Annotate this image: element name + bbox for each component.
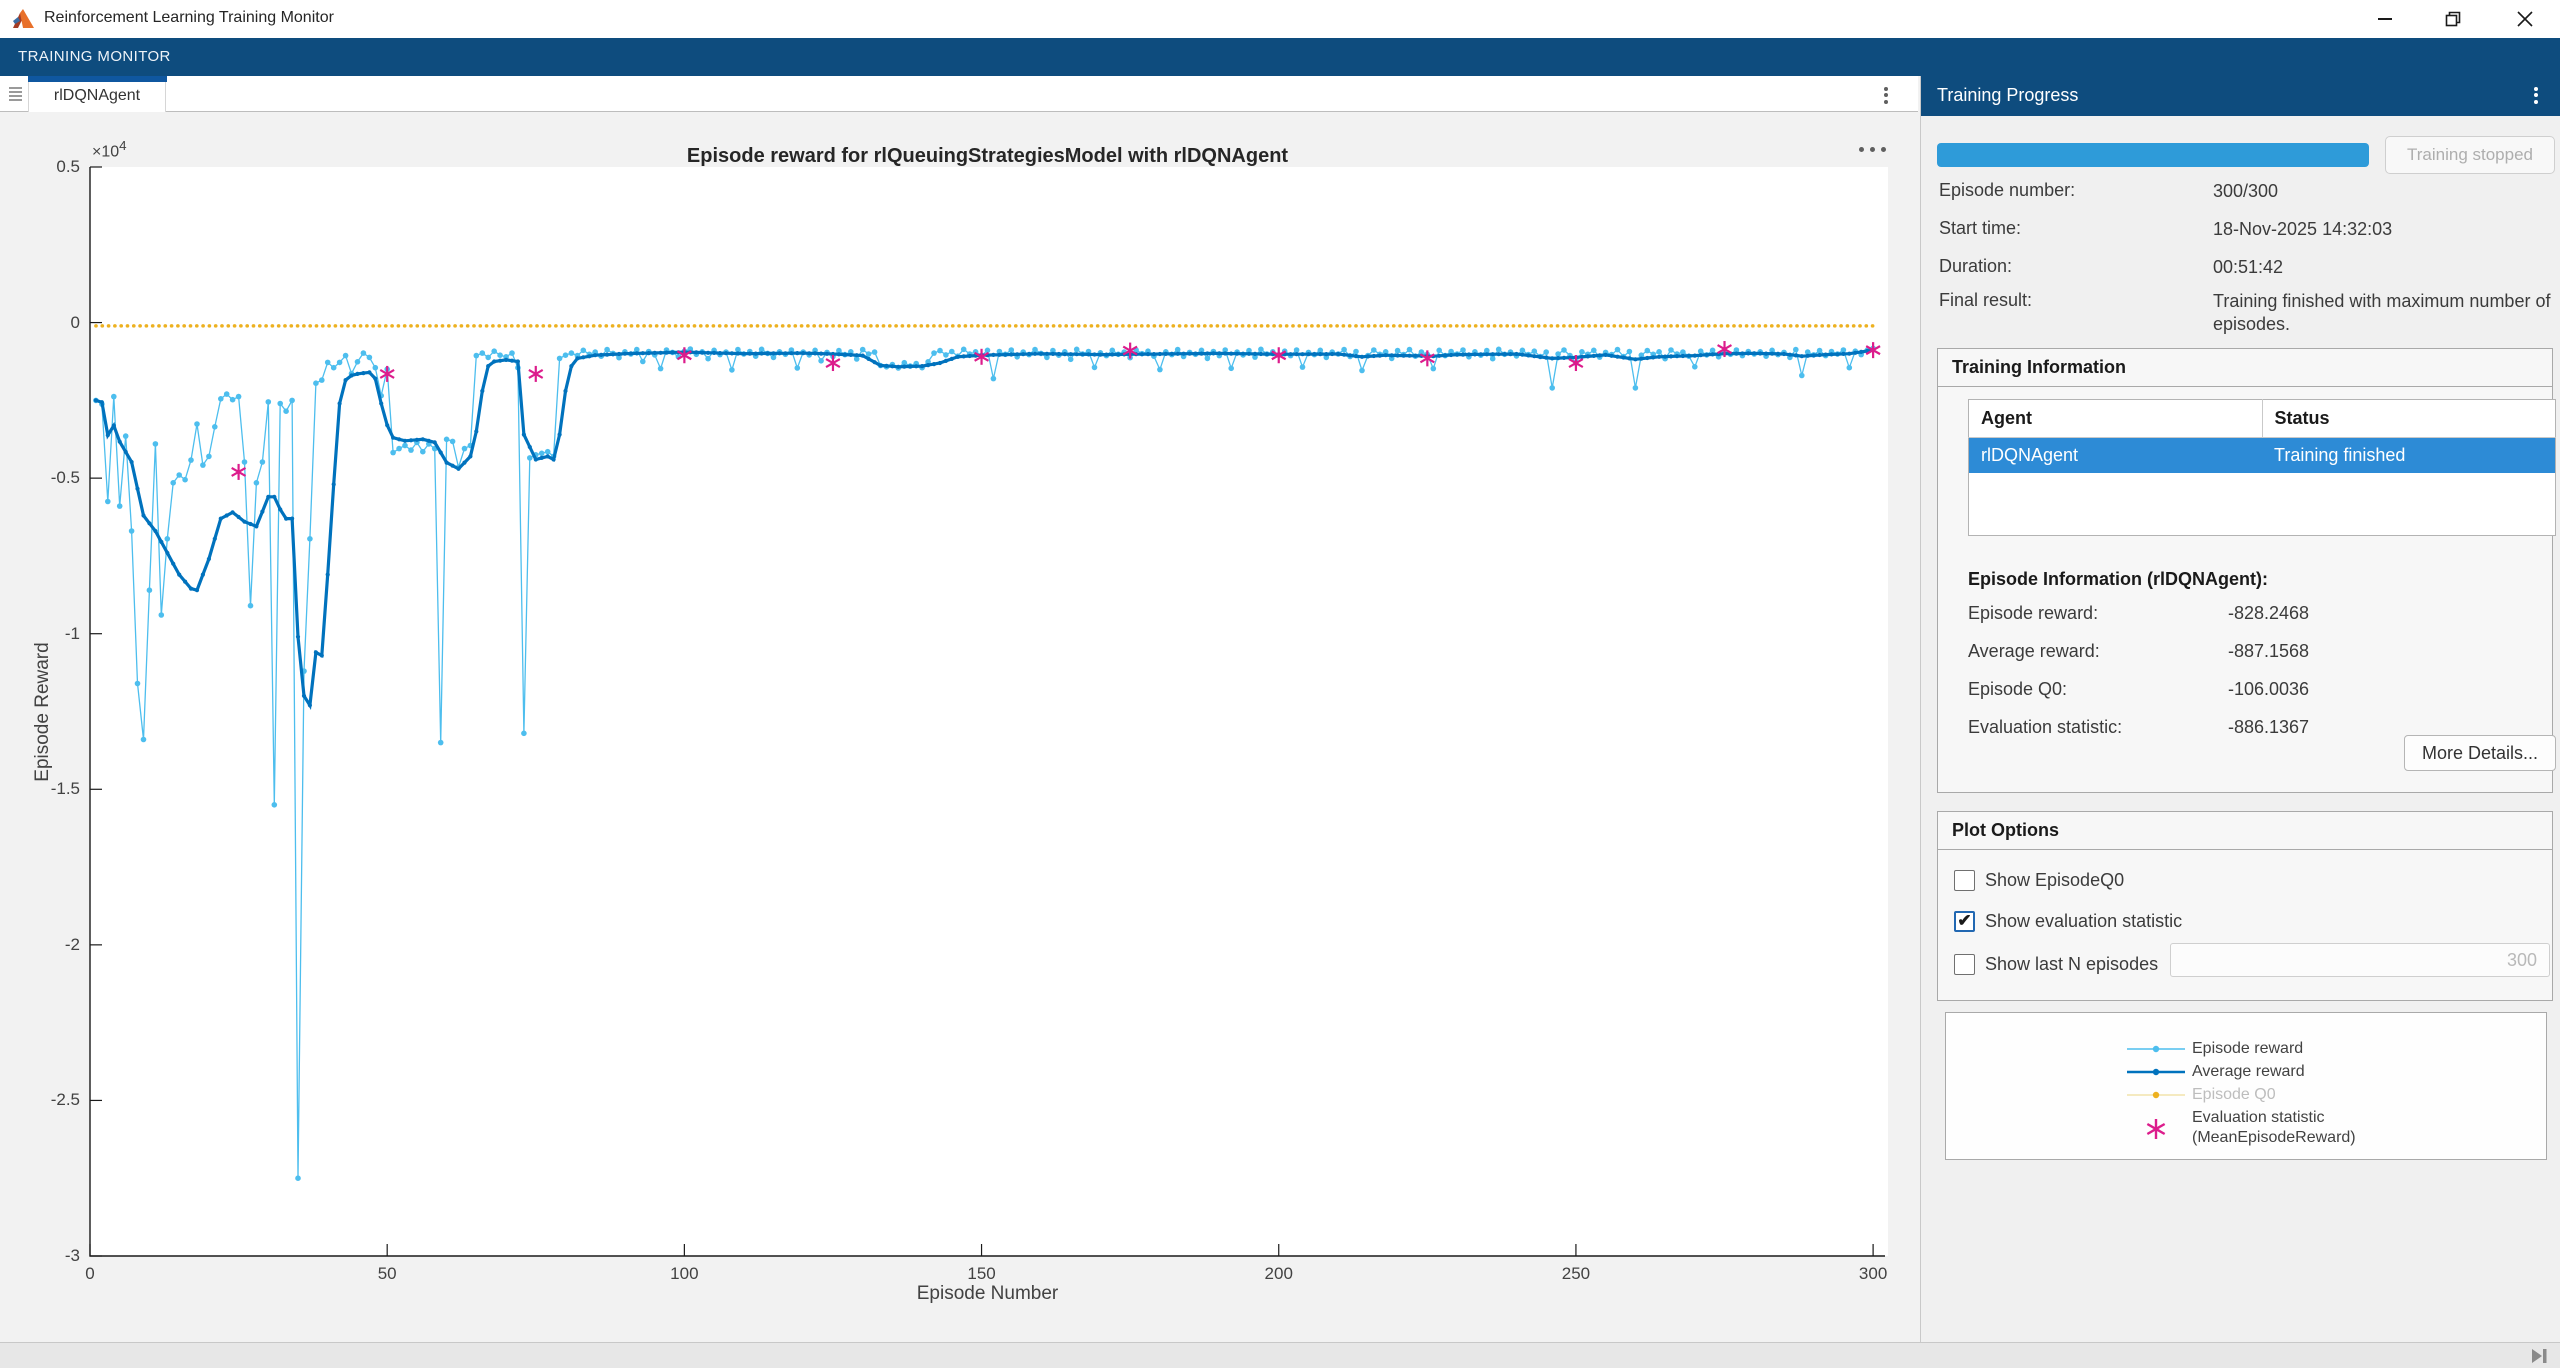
minimize-icon <box>2378 18 2392 20</box>
episode-info-value: -106.0036 <box>2228 679 2309 700</box>
episode-info-label: Evaluation statistic: <box>1968 717 2122 738</box>
title-bar: Reinforcement Learning Training Monitor <box>0 0 2560 38</box>
summary-value: 18-Nov-2025 14:32:03 <box>2213 218 2558 241</box>
x-tick-label: 250 <box>1546 1264 1606 1284</box>
x-tick-label: 200 <box>1249 1264 1309 1284</box>
legend-item: Average reward <box>2125 1062 2525 1082</box>
legend-label: Episode reward <box>2192 1040 2303 1058</box>
tab-bar-more-icon[interactable] <box>1884 84 1888 106</box>
panel-header: Training Progress <box>1921 75 2560 116</box>
tab-label: rlDQNAgent <box>29 87 165 105</box>
last-n-episodes-input[interactable] <box>2170 943 2550 977</box>
episode-info-value: -887.1568 <box>2228 641 2309 662</box>
tab-rldqnagent[interactable]: rlDQNAgent <box>28 76 166 112</box>
training-information-header: Training Information <box>1938 349 2552 387</box>
training-stopped-button[interactable]: Training stopped <box>2385 136 2555 174</box>
tab-list-icon[interactable] <box>9 85 22 103</box>
legend-label: Evaluation statistic <box>2192 1109 2325 1127</box>
y-tick-label: -2 <box>24 935 80 955</box>
ribbon-tab-training-monitor[interactable]: TRAINING MONITOR <box>18 48 171 65</box>
x-tick-label: 50 <box>357 1264 417 1284</box>
legend-label: (MeanEpisodeReward) <box>2192 1129 2356 1147</box>
episode-information-heading: Episode Information (rlDQNAgent): <box>1968 569 2268 590</box>
y-tick-label: -3 <box>24 1246 80 1266</box>
checkbox-label: Show evaluation statistic <box>1985 911 2182 932</box>
status-bar <box>0 1342 2560 1368</box>
x-tick-label: 0 <box>60 1264 120 1284</box>
checkbox-checked[interactable]: ✔ <box>1954 911 1975 932</box>
training-progress-bar <box>1937 143 2369 167</box>
document-tab-bar: rlDQNAgent <box>0 76 1918 112</box>
x-tick-label: 100 <box>654 1264 714 1284</box>
legend-item: Episode Q0 <box>2125 1085 2525 1105</box>
more-details-button[interactable]: More Details... <box>2404 735 2556 771</box>
summary-label: Start time: <box>1939 218 2021 239</box>
y-tick-label: 0.5 <box>24 157 80 177</box>
y-tick-label: 0 <box>24 313 80 333</box>
agent-status-table[interactable]: AgentStatusrlDQNAgentTraining finished <box>1968 399 2556 536</box>
minimize-button[interactable] <box>2356 0 2414 38</box>
x-tick-label: 150 <box>952 1264 1012 1284</box>
table-header: Agent <box>1969 400 2263 438</box>
summary-label: Duration: <box>1939 256 2012 277</box>
episode-info-label: Episode reward: <box>1968 603 2098 624</box>
summary-label: Episode number: <box>1939 180 2075 201</box>
summary-value: 00:51:42 <box>2213 256 2558 279</box>
summary-value: Training finished with maximum number of… <box>2213 290 2558 336</box>
legend-box: Episode reward Average reward Episode Q0 Ev… <box>1945 1012 2547 1160</box>
checkbox-unchecked[interactable] <box>1954 954 1975 975</box>
y-tick-label: -2.5 <box>24 1090 80 1110</box>
close-icon <box>2517 11 2533 27</box>
close-button[interactable] <box>2496 0 2554 38</box>
summary-label: Final result: <box>1939 290 2032 311</box>
plot-option-row: ✔ Show evaluation statistic <box>1954 909 2182 933</box>
episode-info-label: Average reward: <box>1968 641 2100 662</box>
axes-background <box>90 167 1888 1256</box>
plot-option-row: Show EpisodeQ0 <box>1954 868 2124 892</box>
plot-option-row: Show last N episodes <box>1954 952 2158 976</box>
checkbox-label: Show last N episodes <box>1985 954 2158 975</box>
legend-label: Episode Q0 <box>2192 1086 2276 1104</box>
panel-more-icon[interactable] <box>2534 84 2538 106</box>
figure-panel: rlDQNAgent Episode reward for rlQueuingS… <box>0 76 1918 1342</box>
ribbon-toolstrip: TRAINING MONITOR <box>0 38 2560 76</box>
table-header: Status <box>2262 400 2556 438</box>
matlab-logo-icon <box>12 8 36 30</box>
plot-options-section: Plot Options Show EpisodeQ0 ✔ Show evaluat… <box>1937 811 2553 1001</box>
legend-label: Average reward <box>2192 1063 2305 1081</box>
training-information-section: Training Information AgentStatusrlDQNAge… <box>1937 348 2553 793</box>
episode-info-label: Episode Q0: <box>1968 679 2067 700</box>
checkbox-label: Show EpisodeQ0 <box>1985 870 2124 891</box>
active-tab-accent <box>28 76 167 82</box>
episode-info-value: -828.2468 <box>2228 603 2309 624</box>
y-tick-label: -0.5 <box>24 468 80 488</box>
y-axis-label: Episode Reward <box>32 632 54 792</box>
legend-item: Episode reward <box>2125 1039 2525 1059</box>
x-axis-label: Episode Number <box>90 1283 1885 1305</box>
table-row[interactable]: rlDQNAgentTraining finished <box>1969 438 2556 474</box>
training-progress-panel: Training Progress Training stopped Episo… <box>1920 76 2560 1342</box>
legend-item-evaluation: Evaluation statistic (MeanEpisodeReward) <box>2125 1107 2525 1151</box>
restore-icon <box>2445 11 2461 27</box>
skip-to-end-icon[interactable] <box>2530 1348 2548 1364</box>
episode-info-value: -886.1367 <box>2228 717 2309 738</box>
reward-plot[interactable] <box>0 113 1918 1342</box>
checkbox-unchecked[interactable] <box>1954 870 1975 891</box>
x-tick-label: 300 <box>1843 1264 1903 1284</box>
chart-panel: Episode reward for rlQueuingStrategiesMo… <box>0 113 1918 1342</box>
panel-header-title: Training Progress <box>1937 85 2078 106</box>
plot-options-header: Plot Options <box>1938 812 2552 850</box>
window-title: Reinforcement Learning Training Monitor <box>44 9 334 27</box>
restore-button[interactable] <box>2424 0 2482 38</box>
summary-value: 300/300 <box>2213 180 2558 203</box>
